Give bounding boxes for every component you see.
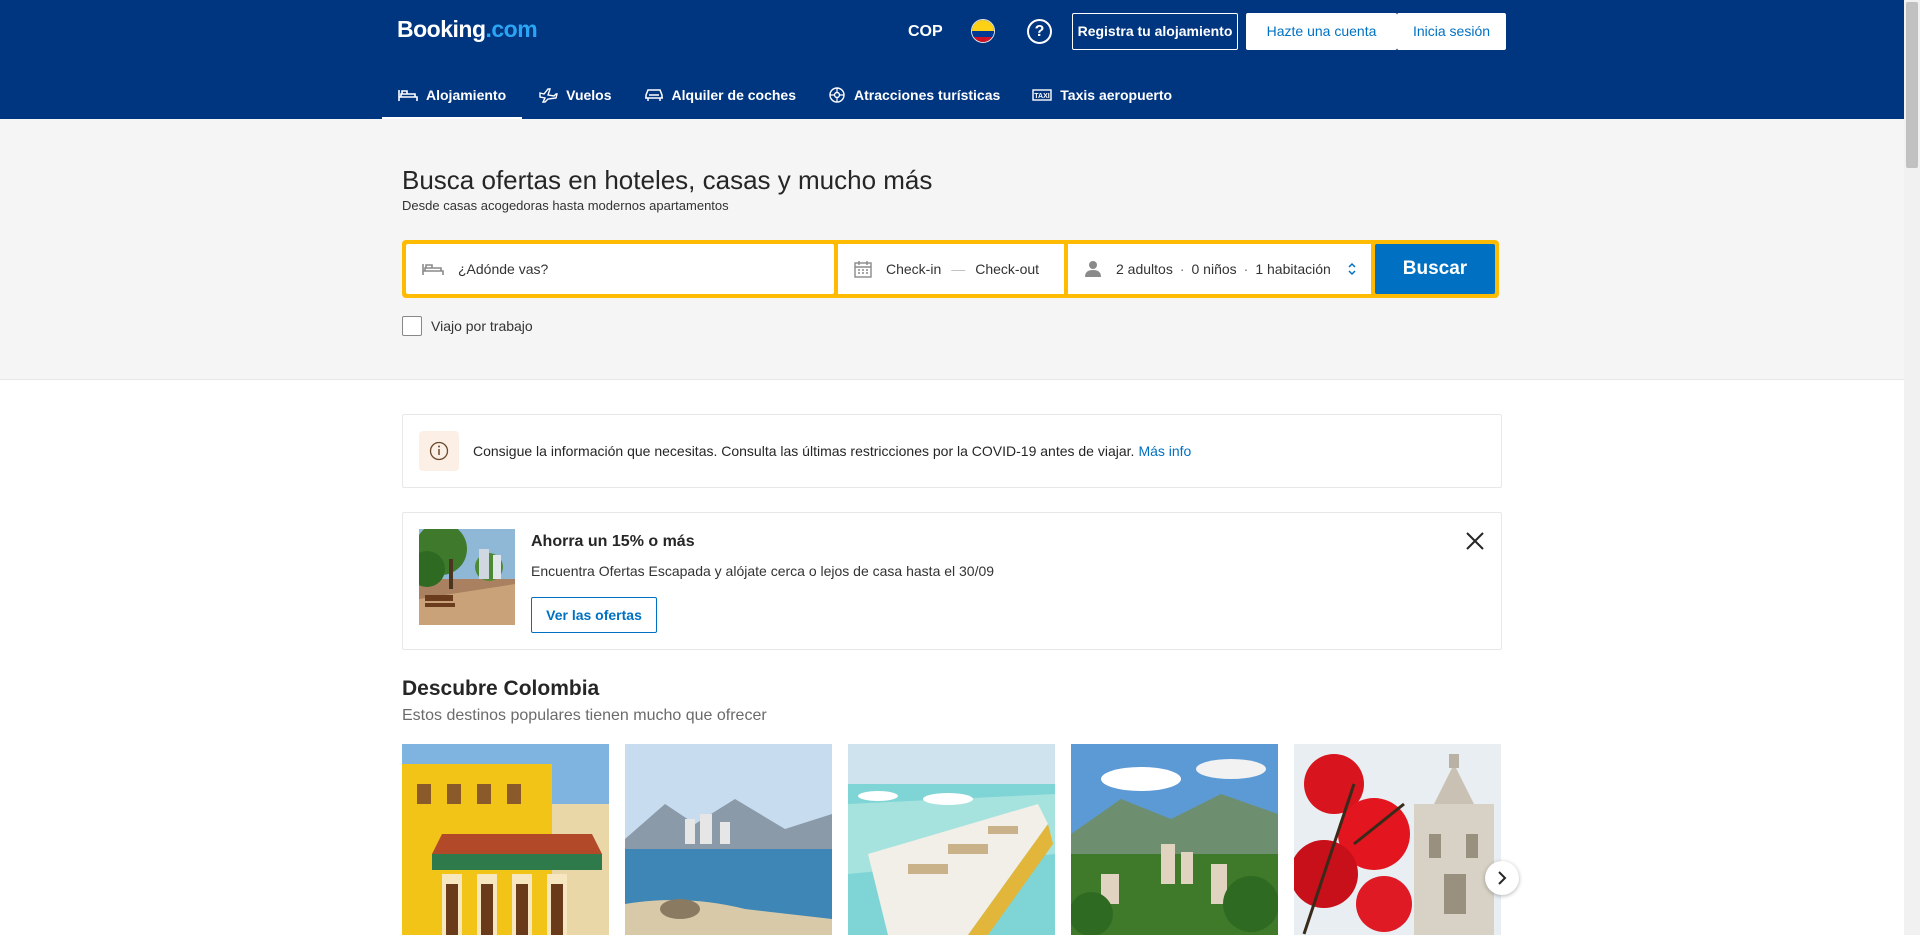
currency-selector[interactable]: COP	[908, 23, 943, 41]
bed-icon	[422, 264, 444, 275]
page-title: Busca ofertas en hoteles, casas y mucho …	[402, 165, 933, 195]
page-subtitle: Desde casas acogedoras hasta modernos ap…	[402, 198, 729, 213]
business-trip-checkbox[interactable]	[402, 316, 422, 336]
nav-tab-airport-taxis[interactable]: TAXI Taxis aeropuerto	[1016, 71, 1188, 119]
discover-title: Descubre Colombia	[402, 677, 600, 700]
business-trip-option[interactable]: Viajo por trabajo	[402, 316, 533, 336]
main-nav: Alojamiento Vuelos Alquiler de coches At…	[382, 71, 1188, 119]
more-info-link[interactable]: Más info	[1138, 443, 1191, 459]
discover-subtitle: Estos destinos populares tienen mucho qu…	[402, 707, 767, 724]
children-count: 0 niños	[1191, 261, 1237, 277]
colombia-flag-icon[interactable]	[971, 19, 995, 43]
person-icon	[1085, 261, 1101, 277]
carousel-next-button[interactable]	[1485, 861, 1519, 895]
bed-icon	[398, 90, 418, 101]
logo-suffix: .com	[485, 16, 538, 42]
date-separator: —	[951, 261, 966, 277]
nav-tab-flights[interactable]: Vuelos	[522, 71, 627, 119]
adults-count: 2 adultos	[1116, 261, 1173, 277]
top-header: Booking.com COP ? Registra tu alojamient…	[0, 0, 1904, 119]
booking-logo[interactable]: Booking.com	[397, 16, 538, 43]
chevron-updown-icon	[1348, 262, 1356, 276]
guests-selector[interactable]: 2 adultos · 0 niños · 1 habitación	[1068, 244, 1371, 294]
nav-tab-label: Alquiler de coches	[671, 87, 796, 103]
register-property-button[interactable]: Registra tu alojamiento	[1072, 13, 1238, 50]
destination-input[interactable]: ¿Adónde vas?	[406, 244, 834, 294]
attractions-icon	[829, 87, 845, 103]
nav-tab-car-rental[interactable]: Alquiler de coches	[628, 71, 812, 119]
calendar-icon	[854, 261, 872, 278]
view-deals-button[interactable]: Ver las ofertas	[531, 597, 657, 633]
deals-promo-card: Ahorra un 15% o más Encuentra Ofertas Es…	[402, 512, 1502, 650]
destination-card[interactable]	[848, 744, 1055, 935]
help-icon[interactable]: ?	[1027, 19, 1052, 44]
nav-tab-attractions[interactable]: Atracciones turísticas	[812, 71, 1016, 119]
promo-title: Ahorra un 15% o más	[531, 533, 695, 550]
covid-notice: Consigue la información que necesitas. C…	[402, 414, 1502, 488]
destination-card[interactable]	[1294, 744, 1501, 935]
car-icon	[644, 89, 663, 101]
notice-text: Consigue la información que necesitas. C…	[473, 443, 1135, 459]
plane-icon	[539, 88, 559, 103]
close-icon[interactable]	[1463, 529, 1487, 553]
checkout-label: Check-out	[975, 261, 1040, 277]
svg-text:TAXI: TAXI	[1035, 93, 1050, 100]
promo-image	[419, 529, 515, 625]
destination-placeholder: ¿Adónde vas?	[458, 261, 549, 277]
nav-tab-label: Taxis aeropuerto	[1060, 87, 1173, 103]
checkin-label: Check-in	[886, 261, 942, 277]
search-hero: Busca ofertas en hoteles, casas y mucho …	[0, 119, 1904, 380]
chevron-right-icon	[1498, 871, 1507, 885]
signup-button[interactable]: Hazte una cuenta	[1246, 13, 1397, 50]
info-icon	[419, 431, 459, 471]
taxi-icon: TAXI	[1032, 89, 1052, 101]
promo-text: Encuentra Ofertas Escapada y alójate cer…	[531, 563, 995, 579]
destination-card[interactable]	[625, 744, 832, 935]
search-button[interactable]: Buscar	[1375, 244, 1495, 294]
nav-tab-accommodation[interactable]: Alojamiento	[382, 71, 523, 119]
date-picker[interactable]: Check-in — Check-out	[838, 244, 1064, 294]
rooms-count: 1 habitación	[1255, 261, 1331, 277]
signin-button[interactable]: Inicia sesión	[1397, 13, 1506, 50]
business-trip-label: Viajo por trabajo	[431, 318, 533, 334]
destination-card[interactable]	[1071, 744, 1278, 935]
nav-tab-label: Atracciones turísticas	[854, 87, 1001, 103]
search-bar: ¿Adónde vas? Check-in — Check-out 2 adul…	[402, 240, 1499, 298]
scrollbar-thumb[interactable]	[1906, 2, 1918, 168]
nav-tab-label: Vuelos	[566, 87, 612, 103]
destination-card[interactable]	[402, 744, 609, 935]
logo-main: Booking	[397, 16, 486, 42]
nav-tab-label: Alojamiento	[426, 87, 507, 103]
